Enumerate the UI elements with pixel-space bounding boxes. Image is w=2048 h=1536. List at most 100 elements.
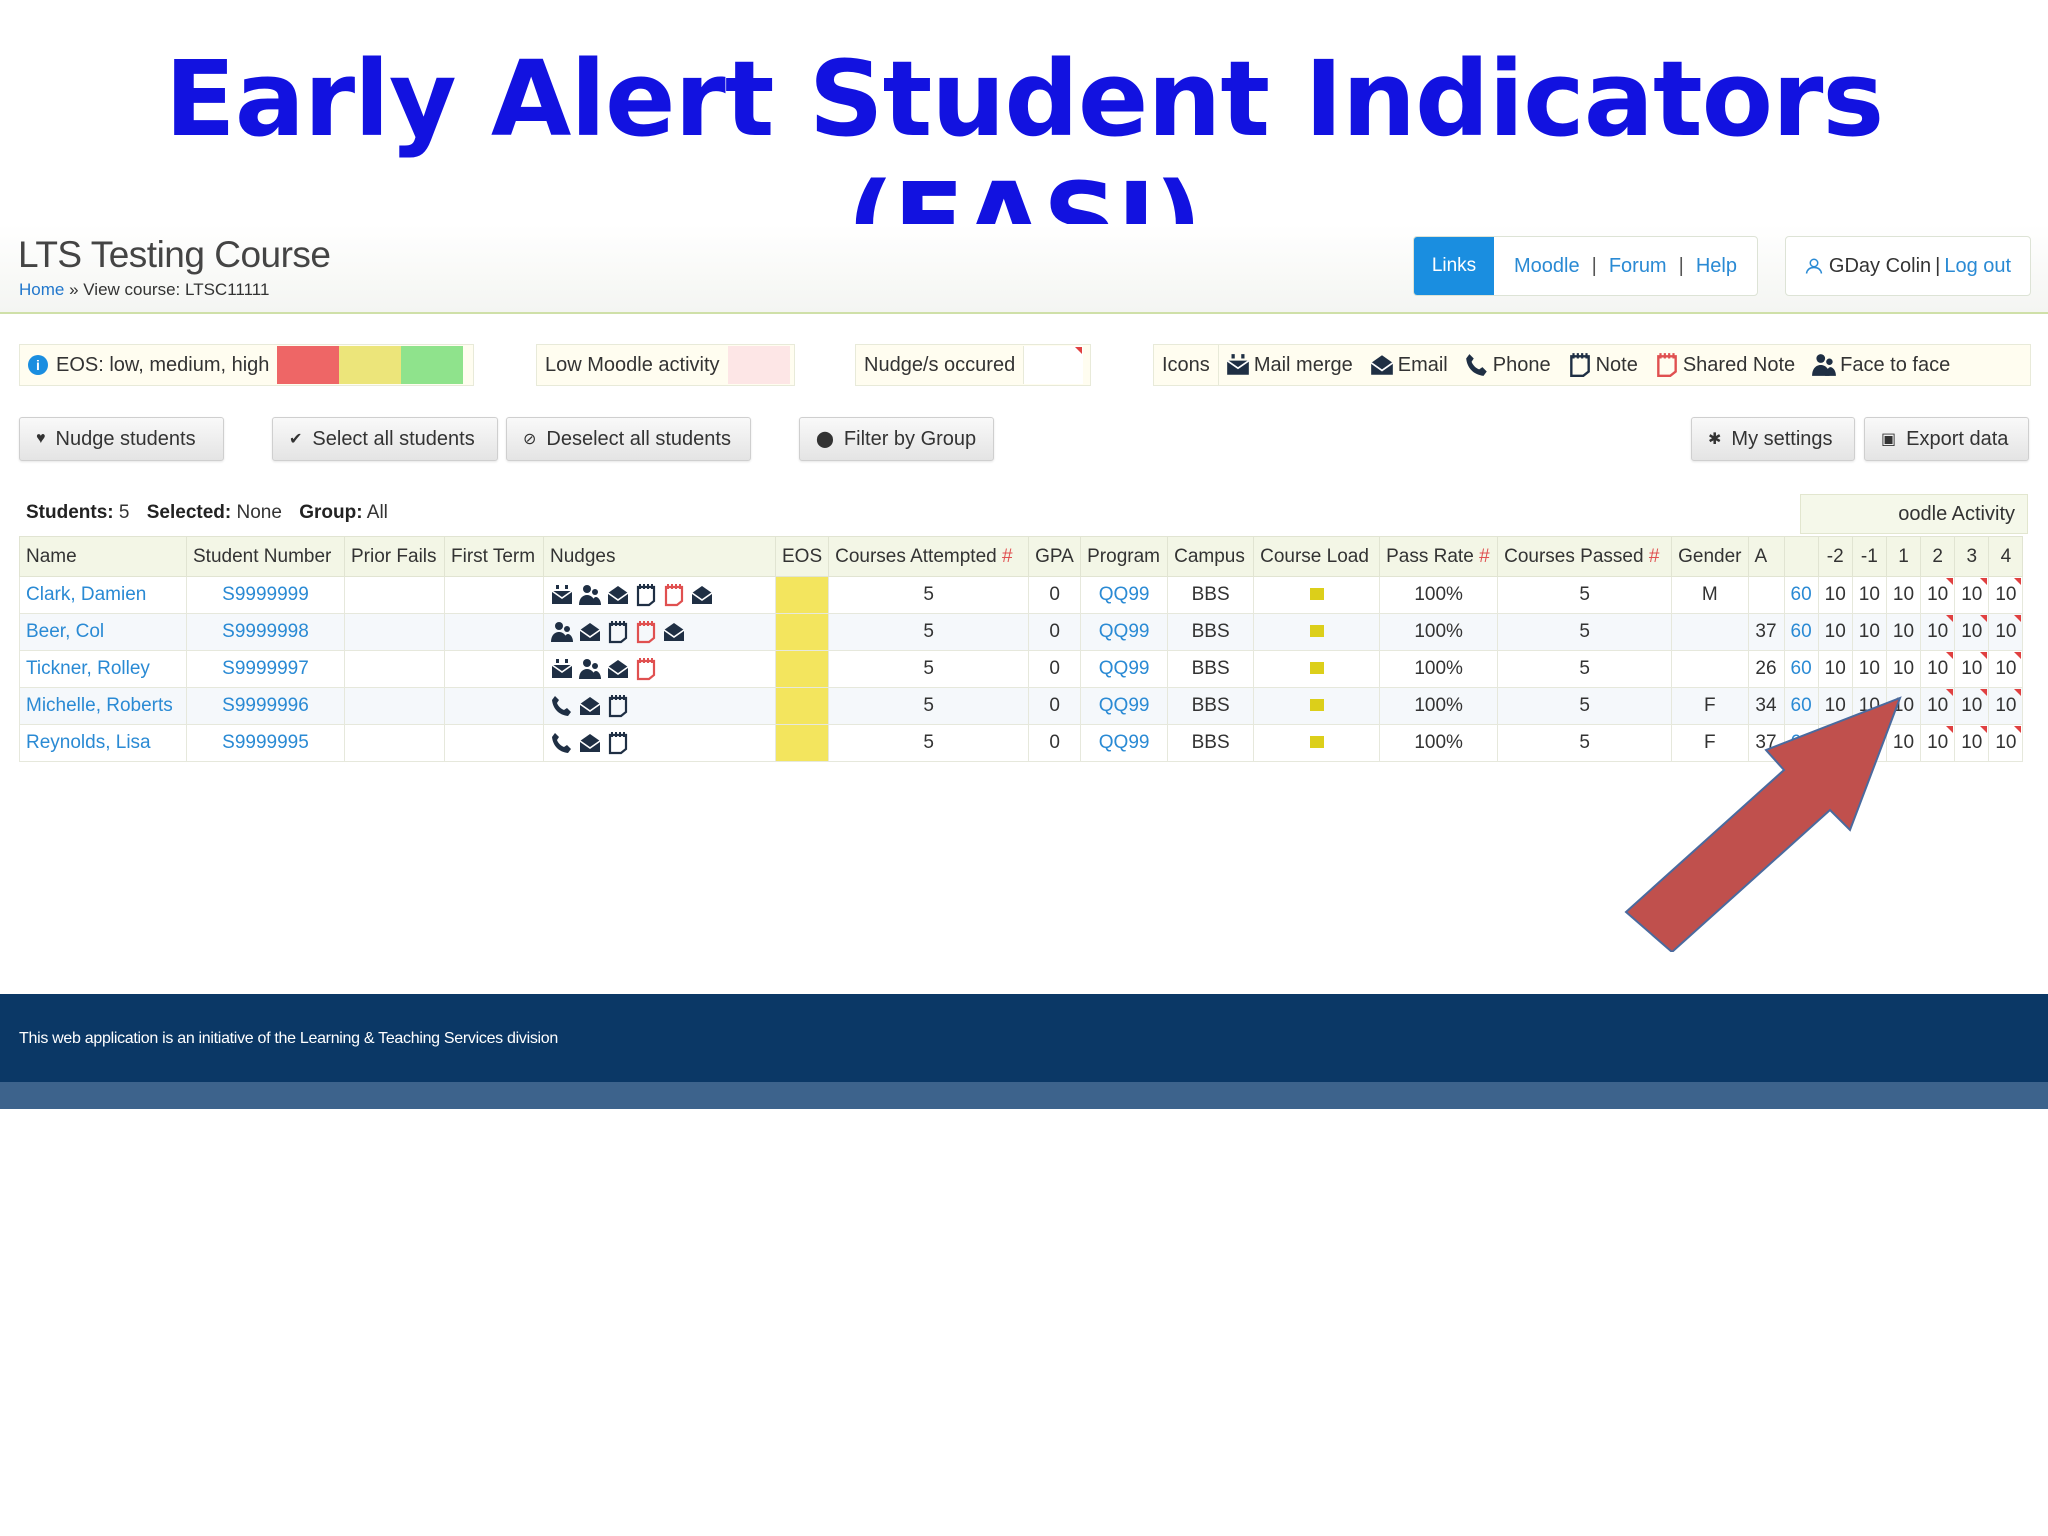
note-icon[interactable] bbox=[606, 731, 630, 755]
column-header[interactable] bbox=[1783, 536, 1819, 577]
student-name-link[interactable]: Tickner, Rolley bbox=[19, 650, 187, 688]
moodle-activity-link[interactable]: 60 bbox=[1783, 576, 1819, 614]
column-header[interactable]: 4 bbox=[1988, 536, 2024, 577]
footer-bar bbox=[0, 1082, 2048, 1109]
program-link[interactable]: QQ99 bbox=[1080, 687, 1169, 725]
face-to-face-icon[interactable] bbox=[578, 657, 602, 681]
pass-rate-cell: 100% bbox=[1379, 687, 1499, 725]
note-icon[interactable] bbox=[606, 694, 630, 718]
column-header[interactable]: Program bbox=[1080, 536, 1169, 577]
student-name-link[interactable]: Michelle, Roberts bbox=[19, 687, 187, 725]
column-header[interactable]: -2 bbox=[1817, 536, 1853, 577]
column-header-label: 4 bbox=[2000, 545, 2012, 567]
program-link[interactable]: QQ99 bbox=[1080, 724, 1169, 762]
face-to-face-icon[interactable] bbox=[550, 620, 574, 644]
email-icon[interactable] bbox=[606, 583, 630, 607]
moodle-activity-cell: 10 bbox=[1920, 687, 1956, 725]
filter-group-button[interactable]: ⬤ Filter by Group bbox=[799, 417, 994, 461]
select-all-button[interactable]: ✔ Select all students bbox=[272, 417, 498, 461]
column-header[interactable]: Name bbox=[19, 536, 187, 577]
column-header-label: Name bbox=[26, 545, 77, 567]
student-name-link[interactable]: Clark, Damien bbox=[19, 576, 187, 614]
email-icon[interactable] bbox=[578, 620, 602, 644]
student-name-link[interactable]: Reynolds, Lisa bbox=[19, 724, 187, 762]
student-name-link[interactable]: Beer, Col bbox=[19, 613, 187, 651]
email-icon[interactable] bbox=[606, 657, 630, 681]
logout-link[interactable]: Log out bbox=[1944, 255, 2011, 278]
note-icon[interactable] bbox=[634, 583, 658, 607]
column-header[interactable]: First Term bbox=[444, 536, 544, 577]
column-header[interactable]: A bbox=[1747, 536, 1785, 577]
campus-cell: BBS bbox=[1167, 724, 1255, 762]
breadcrumb-home-link[interactable]: Home bbox=[19, 280, 64, 299]
column-header[interactable]: Pass Rate # bbox=[1379, 536, 1499, 577]
forum-link[interactable]: Forum bbox=[1603, 255, 1673, 278]
shared-note-icon[interactable] bbox=[634, 620, 658, 644]
email-icon[interactable] bbox=[578, 694, 602, 718]
column-header[interactable]: 3 bbox=[1954, 536, 1990, 577]
moodle-activity-cell: 10 bbox=[1954, 687, 1990, 725]
student-number-link[interactable]: S9999999 bbox=[186, 576, 345, 614]
table-row[interactable]: Clark, Damien S9999999 5 0 QQ99 BBS 100% 5 M 60 10… bbox=[19, 576, 2024, 614]
course-load-indicator bbox=[1309, 699, 1324, 711]
email-icon[interactable] bbox=[578, 731, 602, 755]
moodle-activity-header: oodle Activity bbox=[1800, 494, 2028, 534]
column-header[interactable]: Courses Passed # bbox=[1497, 536, 1673, 577]
courses-passed-cell: 5 bbox=[1497, 576, 1673, 614]
mail-merge-icon[interactable] bbox=[550, 657, 574, 681]
column-header[interactable]: Nudges bbox=[543, 536, 776, 577]
ban-icon: ⊘ bbox=[523, 431, 537, 448]
student-number-link[interactable]: S9999996 bbox=[186, 687, 345, 725]
moodle-activity-cell: 10 bbox=[1920, 613, 1956, 651]
student-number-link[interactable]: S9999998 bbox=[186, 613, 345, 651]
course-load-indicator bbox=[1309, 736, 1324, 748]
first-term-cell bbox=[444, 724, 544, 762]
column-header[interactable]: Student Number bbox=[186, 536, 345, 577]
deselect-all-button[interactable]: ⊘ Deselect all students bbox=[506, 417, 751, 461]
shared-note-icon[interactable] bbox=[634, 657, 658, 681]
column-header-label: A bbox=[1754, 545, 1768, 567]
export-data-label: Export data bbox=[1906, 427, 2009, 450]
column-header[interactable]: -1 bbox=[1851, 536, 1887, 577]
face-to-face-icon[interactable] bbox=[578, 583, 602, 607]
nudges-cell bbox=[543, 724, 776, 762]
moodle-activity-link[interactable]: 60 bbox=[1783, 613, 1819, 651]
column-header[interactable]: Prior Fails bbox=[344, 536, 445, 577]
program-link[interactable]: QQ99 bbox=[1080, 613, 1169, 651]
column-header[interactable]: Courses Attempted # bbox=[828, 536, 1030, 577]
email-icon[interactable] bbox=[662, 620, 686, 644]
mail-merge-icon bbox=[1225, 352, 1251, 378]
column-header[interactable]: Gender bbox=[1671, 536, 1749, 577]
column-header-label: 3 bbox=[1966, 545, 1978, 567]
phone-icon[interactable] bbox=[550, 731, 574, 755]
email-icon[interactable] bbox=[690, 583, 714, 607]
export-data-button[interactable]: ▣ Export data bbox=[1864, 417, 2029, 461]
shared-note-icon[interactable] bbox=[662, 583, 686, 607]
column-header[interactable]: 1 bbox=[1885, 536, 1922, 577]
column-header[interactable]: Campus bbox=[1167, 536, 1255, 577]
low-moodle-legend: Low Moodle activity bbox=[536, 344, 795, 386]
note-icon[interactable] bbox=[606, 620, 630, 644]
my-settings-button[interactable]: ✱ My settings bbox=[1691, 417, 1855, 461]
table-row[interactable]: Beer, Col S9999998 5 0 QQ99 BBS 100% 5 37 60 10 10 1… bbox=[19, 613, 2024, 651]
nudge-students-button[interactable]: ♥ Nudge students bbox=[19, 417, 224, 461]
program-link[interactable]: QQ99 bbox=[1080, 576, 1169, 614]
program-link[interactable]: QQ99 bbox=[1080, 650, 1169, 688]
column-header[interactable]: 2 bbox=[1920, 536, 1956, 577]
moodle-activity-cell: 10 bbox=[1988, 576, 2024, 614]
email-icon bbox=[1369, 352, 1395, 378]
help-link[interactable]: Help bbox=[1690, 255, 1743, 278]
eos-cell bbox=[774, 650, 830, 688]
links-button[interactable]: Links bbox=[1414, 237, 1494, 295]
column-header[interactable]: GPA bbox=[1028, 536, 1082, 577]
moodle-link[interactable]: Moodle bbox=[1508, 255, 1586, 278]
student-number-link[interactable]: S9999997 bbox=[186, 650, 345, 688]
phone-icon[interactable] bbox=[550, 694, 574, 718]
mail-merge-icon[interactable] bbox=[550, 583, 574, 607]
pass-rate-cell: 100% bbox=[1379, 650, 1499, 688]
prior-fails-cell bbox=[344, 724, 445, 762]
column-header[interactable]: EOS bbox=[774, 536, 830, 577]
student-number-link[interactable]: S9999995 bbox=[186, 724, 345, 762]
nudge-legend-label: Nudge/s occured bbox=[864, 353, 1016, 376]
column-header[interactable]: Course Load bbox=[1253, 536, 1381, 577]
